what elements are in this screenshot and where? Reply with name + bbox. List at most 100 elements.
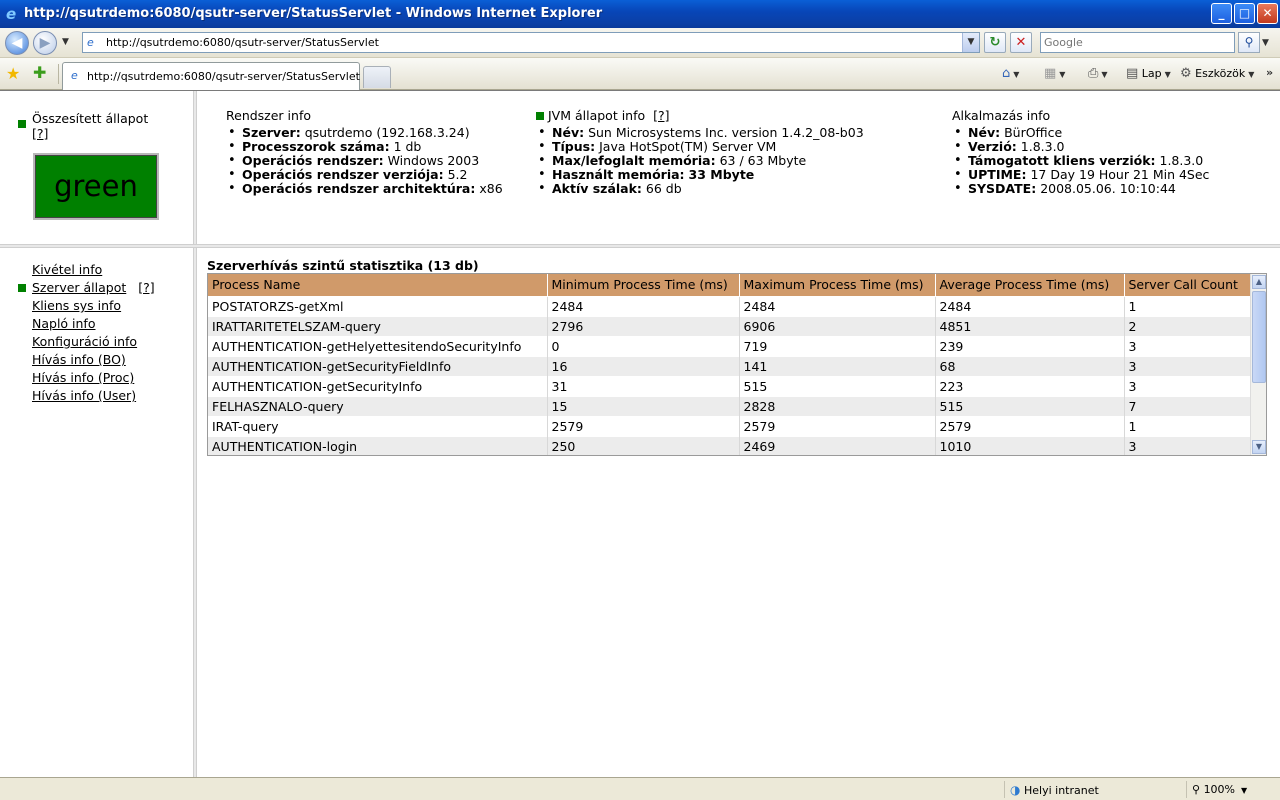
list-item: Szerver: qsutrdemo (192.168.3.24) [226,126,503,141]
frame-divider[interactable] [0,244,1280,248]
scrollbar-thumb[interactable] [1252,291,1266,383]
home-icon: ⌂ [1002,66,1011,81]
menu-item-hivas-info-bo[interactable]: Hívás info (BO) [18,351,155,369]
table-cell: 2 [1124,315,1252,336]
table-cell: AUTHENTICATION-getSecurityFieldInfo [208,355,548,376]
home-button[interactable]: ⌂ ▼ [1002,66,1019,81]
add-favorites-icon[interactable]: ✚ [33,63,46,82]
feeds-button[interactable]: ▦ ▼ [1044,66,1065,81]
chevron-down-icon: ▼ [1101,70,1108,79]
info-value: x86 [479,181,503,196]
table-cell: 7 [1124,395,1252,416]
back-button[interactable]: ◀ [5,31,29,55]
menu-item-konfiguracio-info[interactable]: Konfiguráció info [18,333,155,351]
table-cell: 3 [1124,375,1252,396]
search-options-dropdown-icon[interactable]: ▼ [1262,38,1269,48]
table-cell: 2579 [739,415,936,436]
column-header[interactable]: Maximum Process Time (ms) [739,274,936,296]
table-cell: AUTHENTICATION-getSecurityInfo [208,375,548,396]
menu-item-label[interactable]: Szerver állapot [32,280,126,295]
column-header[interactable]: Average Process Time (ms) [935,274,1125,296]
favorites-star-icon[interactable]: ★ [6,64,20,83]
table-cell: 3 [1124,355,1252,376]
frame-divider[interactable] [193,248,197,778]
search-icon[interactable]: ⚲ [1238,32,1260,53]
zoom-control[interactable]: ⚲ 100% ▼ [1192,783,1247,796]
menu-item-hivas-info-user[interactable]: Hívás info (User) [18,387,155,405]
search-input[interactable] [1041,33,1231,52]
table-cell: 2579 [935,415,1125,436]
scroll-up-icon[interactable]: ▲ [1252,275,1266,289]
table-cell: 515 [739,375,936,396]
table-cell: 2579 [547,415,740,436]
zoom-level: 100% [1203,783,1236,796]
tools-menu-label: Eszközök [1195,67,1246,80]
more-chevron-icon[interactable]: » [1266,66,1273,79]
table-cell: 2828 [739,395,936,416]
column-header[interactable]: Server Call Count [1124,274,1252,296]
table-cell: AUTHENTICATION-login [208,435,548,455]
menu-item-szerver-allapot[interactable]: Szerver állapot [?] [18,279,155,297]
address-dropdown-icon[interactable]: ▼ [962,33,979,52]
zoom-icon: ⚲ [1192,783,1201,796]
list-item: Operációs rendszer architektúra: x86 [226,181,503,197]
menu-item-kivetel-info[interactable]: Kivétel info [18,261,155,279]
minimize-button[interactable]: _ [1211,3,1232,24]
info-key: Verzió: [968,139,1017,154]
column-header[interactable]: Process Name [208,274,548,296]
search-box[interactable] [1040,32,1235,53]
stats-table: Process Name Minimum Process Time (ms) M… [208,274,1252,455]
table-cell: 0 [547,335,740,356]
menu-item-hivas-info-proc[interactable]: Hívás info (Proc) [18,369,155,387]
address-bar[interactable]: e http://qsutrdemo:6080/qsutr-server/Sta… [82,32,980,53]
chevron-down-icon: ▼ [1013,70,1020,79]
table-row: AUTHENTICATION-login 250 2469 1010 3 [208,435,1252,455]
tools-menu-button[interactable]: ⚙ Eszközök ▼ [1180,66,1254,81]
security-zone[interactable]: ◑ Helyi intranet [1010,783,1099,797]
system-info-header: Rendszer info [226,108,311,123]
column-header[interactable]: Minimum Process Time (ms) [547,274,740,296]
jvm-info-help-link[interactable]: [?] [653,108,669,123]
info-key: UPTIME: [968,167,1027,182]
menu-item-label[interactable]: Hívás info (Proc) [32,370,134,385]
jvm-info-block: JVM állapot info [?] Név: Sun Microsyste… [536,108,864,196]
chevron-down-icon: ▼ [1164,70,1171,79]
forward-button[interactable]: ▶ [33,31,57,55]
new-tab-button[interactable] [363,66,391,88]
list-item: Max/lefoglalt memória: 63 / 63 Mbyte [536,154,864,169]
table-cell: 223 [935,375,1125,396]
menu-item-label[interactable]: Hívás info (BO) [32,352,126,367]
frame-divider[interactable] [193,91,197,244]
history-dropdown-icon[interactable]: ▼ [62,37,69,47]
menu-item-label[interactable]: Napló info [32,316,95,331]
szerver-allapot-help-link[interactable]: [?] [138,280,154,295]
overall-status-help-link[interactable]: [?] [32,126,48,141]
menu-item-label[interactable]: Konfiguráció info [32,334,137,349]
close-button[interactable]: ✕ [1257,3,1278,24]
tab-label: http://qsutrdemo:6080/qsutr-server/Statu… [87,70,360,83]
stop-button[interactable]: ✕ [1010,32,1032,53]
page-menu-button[interactable]: ▤ Lap ▼ [1126,66,1171,81]
address-url[interactable]: http://qsutrdemo:6080/qsutr-server/Statu… [106,36,379,49]
info-value: 17 Day 19 Hour 21 Min 4Sec [1030,167,1210,182]
overall-status-label: Összesített állapot [32,111,149,126]
maximize-button[interactable]: □ [1234,3,1255,24]
table-cell: 16 [547,355,740,376]
list-item: Név: BürOffice [952,126,1209,141]
menu-item-label[interactable]: Hívás info (User) [32,388,136,403]
print-button[interactable]: ⎙ ▼ [1088,66,1108,81]
table-scrollbar[interactable]: ▲ ▼ [1250,274,1266,455]
menu-item-label[interactable]: Kivétel info [32,262,102,277]
tab-status-servlet[interactable]: e http://qsutrdemo:6080/qsutr-server/Sta… [62,62,360,90]
separator [1186,781,1187,798]
app-info-list: Név: BürOffice Verzió: 1.8.3.0 Támogatot… [952,126,1210,197]
menu-item-kliens-sys-info[interactable]: Kliens sys info [18,297,155,315]
refresh-button[interactable]: ↻ [984,32,1006,53]
scroll-down-icon[interactable]: ▼ [1252,440,1266,454]
menu-item-label[interactable]: Kliens sys info [32,298,121,313]
table-cell: 6906 [739,315,936,336]
menu-item-naplo-info[interactable]: Napló info [18,315,155,333]
list-item: Név: Sun Microsystems Inc. version 1.4.2… [536,126,864,141]
info-value: 1.8.3.0 [1020,139,1065,154]
list-item: Operációs rendszer: Windows 2003 [226,154,503,169]
